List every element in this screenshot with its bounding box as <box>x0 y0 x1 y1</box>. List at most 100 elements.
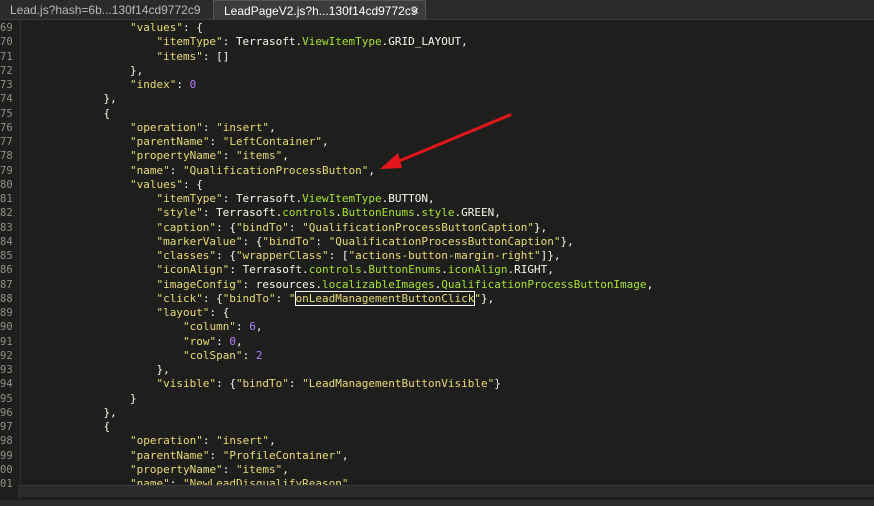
line-number: 87 <box>0 278 13 291</box>
code-text: "markerValue": {"bindTo": "Qualification… <box>156 234 574 248</box>
line-number: 99 <box>0 449 13 462</box>
code-text: "propertyName": "items", <box>129 462 289 476</box>
code-text: }, <box>103 405 117 419</box>
line-number: 80 <box>0 178 13 191</box>
line-number: 82 <box>0 207 13 220</box>
code-line[interactable]: 74 }, <box>0 92 874 106</box>
code-line[interactable]: 88 "click": {"bindTo": "onLeadManagement… <box>0 290 874 306</box>
line-number: 83 <box>0 221 13 234</box>
code-text: "itemType": Terrasoft.ViewItemType.GRID_… <box>156 35 468 49</box>
code-text: "imageConfig": resources.localizableImag… <box>156 277 654 291</box>
code-text: } <box>129 391 137 405</box>
code-text: "values": { <box>129 177 203 191</box>
code-text: }, <box>129 63 144 77</box>
code-text: "items": [] <box>156 49 230 63</box>
line-number: 79 <box>0 164 13 177</box>
tab-leadpagev2-js[interactable]: LeadPageV2.js?h...130f14cd9772c9 × <box>213 0 426 20</box>
code-line[interactable]: 94 "visible": {"bindTo": "LeadManagement… <box>0 377 874 391</box>
code-line[interactable]: 73 "index": 0 <box>0 78 874 92</box>
code-text: "column": 6, <box>182 320 263 334</box>
code-line[interactable]: 91 "row": 0, <box>0 335 874 349</box>
line-number: 96 <box>0 406 13 419</box>
code-line[interactable]: 77 "parentName": "LeftContainer", <box>0 135 874 149</box>
code-line[interactable]: 71 "items": [] <box>0 50 874 64</box>
code-line[interactable]: 69 "values": { <box>0 21 874 35</box>
line-number: 84 <box>0 235 13 248</box>
code-text: "propertyName": "items", <box>129 149 289 163</box>
code-line[interactable]: 85 "classes": {"wrapperClass": ["actions… <box>0 249 874 263</box>
code-text: "index": 0 <box>129 78 197 91</box>
code-line[interactable]: 90 "column": 6, <box>0 320 874 334</box>
code-text: { <box>103 106 111 120</box>
code-text: "operation": "insert", <box>129 120 276 134</box>
code-text: "parentName": "LeftContainer", <box>129 135 329 148</box>
line-number: 94 <box>0 378 13 391</box>
tab-lead-js[interactable]: Lead.js?hash=6b...130f14cd9772c9 <box>0 0 212 20</box>
code-line[interactable]: 80 "values": { <box>0 178 874 192</box>
code-line[interactable]: 78 "propertyName": "items", <box>0 149 874 163</box>
code-line[interactable]: 00 "propertyName": "items", <box>0 463 874 477</box>
code-line[interactable]: 98 "operation": "insert", <box>0 434 874 448</box>
line-number: 74 <box>0 93 13 106</box>
code-line[interactable]: 84 "markerValue": {"bindTo": "Qualificat… <box>0 235 874 249</box>
code-text: }, <box>156 363 170 376</box>
code-text: "name": "QualificationProcessButton", <box>129 163 376 177</box>
code-line[interactable]: 97 { <box>0 420 874 434</box>
code-text: { <box>103 420 111 433</box>
tab-bar: Lead.js?hash=6b...130f14cd9772c9 LeadPag… <box>0 0 874 20</box>
code-line[interactable]: 86 "iconAlign": Terrasoft.controls.Butto… <box>0 263 874 277</box>
code-line[interactable]: 87 "imageConfig": resources.localizableI… <box>0 278 874 292</box>
status-strip <box>0 500 874 506</box>
code-text: "operation": "insert", <box>129 434 276 448</box>
horizontal-scrollbar[interactable] <box>18 485 874 497</box>
code-line[interactable]: 89 "layout": { <box>0 306 874 320</box>
code-line[interactable]: 93 }, <box>0 363 874 377</box>
code-line[interactable]: 95 } <box>0 392 874 406</box>
code-text: "layout": { <box>156 306 230 319</box>
line-number: 91 <box>0 335 13 348</box>
code-line[interactable]: 79 "name": "QualificationProcessButton", <box>0 164 874 178</box>
code-text: "itemType": Terrasoft.ViewItemType.BUTTO… <box>156 192 435 205</box>
code-text: "values": { <box>129 21 203 34</box>
code-area[interactable]: 69 "values": {70 "itemType": Terrasoft.V… <box>0 21 874 491</box>
line-number: 01 <box>0 478 13 490</box>
line-number: 71 <box>0 50 13 63</box>
line-number: 81 <box>0 193 13 205</box>
code-text: }, <box>103 92 117 106</box>
code-line[interactable]: 99 "parentName": "ProfileContainer", <box>0 449 874 463</box>
line-number: 76 <box>0 121 13 134</box>
code-line[interactable]: 81 "itemType": Terrasoft.ViewItemType.BU… <box>0 192 874 206</box>
line-number: 86 <box>0 264 13 277</box>
code-line[interactable]: 70 "itemType": Terrasoft.ViewItemType.GR… <box>0 35 874 49</box>
code-line[interactable]: 76 "operation": "insert", <box>0 121 874 135</box>
code-editor[interactable]: 69 "values": {70 "itemType": Terrasoft.V… <box>0 20 874 500</box>
code-line[interactable]: 75 { <box>0 107 874 121</box>
code-text: "caption": {"bindTo": "QualificationProc… <box>156 220 548 234</box>
line-number: 98 <box>0 435 13 448</box>
code-line[interactable]: 82 "style": Terrasoft.controls.ButtonEnu… <box>0 206 874 220</box>
line-number: 73 <box>0 79 13 91</box>
line-number: 88 <box>0 292 13 305</box>
code-text: "classes": {"wrapperClass": ["actions-bu… <box>156 249 561 262</box>
line-number: 97 <box>0 421 13 433</box>
code-line[interactable]: 96 }, <box>0 406 874 420</box>
line-number: 69 <box>0 22 13 34</box>
line-number: 78 <box>0 150 13 163</box>
code-text: "parentName": "ProfileContainer", <box>129 448 349 462</box>
line-number: 93 <box>0 364 13 376</box>
line-number: 00 <box>0 463 13 476</box>
code-text: "iconAlign": Terrasoft.controls.ButtonEn… <box>156 263 554 277</box>
close-icon[interactable]: × <box>412 1 419 20</box>
code-text: "click": {"bindTo": "onLeadManagementBut… <box>156 290 495 306</box>
line-number: 70 <box>0 36 13 49</box>
code-line[interactable]: 83 "caption": {"bindTo": "QualificationP… <box>0 221 874 235</box>
line-number: 92 <box>0 349 13 362</box>
line-number: 75 <box>0 107 13 120</box>
line-number: 90 <box>0 321 13 334</box>
code-text: "style": Terrasoft.controls.ButtonEnums.… <box>156 206 501 220</box>
code-line[interactable]: 92 "colSpan": 2 <box>0 349 874 363</box>
tab-label: Lead.js?hash=6b...130f14cd9772c9 <box>10 3 201 17</box>
code-line[interactable]: 72 }, <box>0 64 874 78</box>
line-number: 85 <box>0 250 13 262</box>
line-number: 77 <box>0 136 13 148</box>
